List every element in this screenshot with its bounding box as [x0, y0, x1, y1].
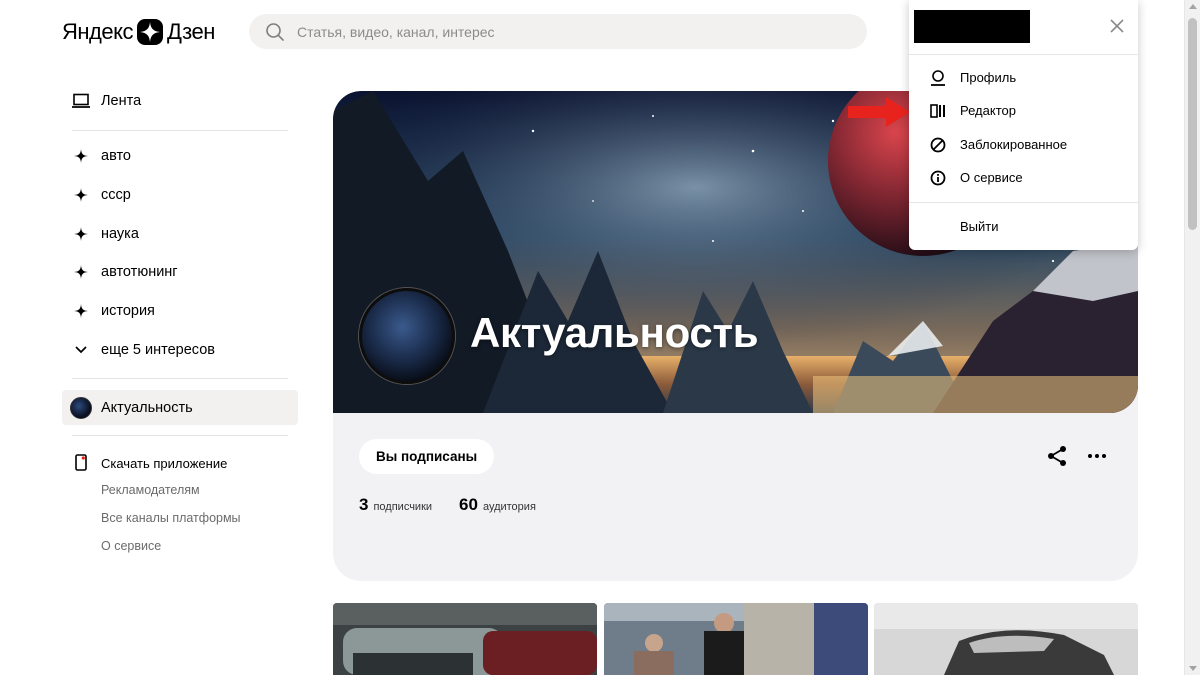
article-thumbnail[interactable]: [333, 603, 597, 675]
blocked-icon: [930, 137, 946, 153]
sidebar-item-label: авто: [101, 148, 131, 165]
zen-star-icon: [136, 19, 163, 45]
sparkle-icon: [72, 147, 90, 165]
sparkle-icon: [72, 186, 90, 204]
sidebar-item-label: Лента: [101, 93, 142, 109]
sidebar-item-feed[interactable]: Лента: [62, 82, 298, 120]
sidebar-item-label: Актуальность: [101, 399, 193, 416]
sparkle-icon: [72, 302, 90, 320]
menu-item-editor[interactable]: Редактор: [909, 94, 1138, 127]
share-icon[interactable]: [1046, 445, 1068, 467]
menu-item-profile[interactable]: Профиль: [909, 61, 1138, 94]
menu-item-blocked[interactable]: Заблокированное: [909, 128, 1138, 161]
channel-avatar-small: [70, 396, 92, 419]
sidebar-divider: [72, 435, 288, 437]
sidebar-item-label: наука: [101, 225, 139, 242]
search-bar[interactable]: [249, 14, 867, 49]
channel-avatar[interactable]: [359, 288, 455, 384]
user-dropdown-menu: Профиль Редактор Заблокированное О серви…: [909, 0, 1138, 250]
article-thumbnail[interactable]: [874, 603, 1138, 675]
sidebar-item-more-interests[interactable]: еще 5 интересов: [62, 330, 298, 369]
redacted-user-name: [914, 10, 1030, 43]
menu-item-label: Заблокированное: [960, 137, 1068, 152]
menu-item-label: Редактор: [960, 103, 1016, 118]
channel-title: Актуальность: [470, 309, 759, 356]
search-icon: [266, 22, 284, 41]
menu-item-about[interactable]: О сервисе: [909, 161, 1138, 194]
scroll-up-arrow-icon[interactable]: [1189, 4, 1197, 9]
sidebar-item-channel-active[interactable]: Актуальность: [62, 390, 298, 426]
subscribed-button[interactable]: Вы подписаны: [359, 439, 495, 474]
scroll-down-arrow-icon[interactable]: [1189, 666, 1197, 671]
yandex-zen-logo[interactable]: Яндекс Дзен: [62, 18, 215, 46]
sidebar-item-interest-tuning[interactable]: автотюнинг: [62, 253, 298, 292]
sidebar-item-interest-auto[interactable]: авто: [62, 137, 298, 176]
left-sidebar: Лента авто ссср наука автотюнинг история…: [62, 82, 298, 560]
sidebar-divider: [72, 378, 288, 380]
phone-icon: [72, 454, 90, 472]
channel-stats: 3 подписчики 60 аудитория: [359, 495, 563, 515]
advertisers-link[interactable]: Рекламодателям: [62, 476, 298, 504]
profile-icon: [930, 69, 946, 86]
sparkle-icon: [72, 263, 90, 281]
sidebar-item-interest-history[interactable]: история: [62, 292, 298, 331]
sidebar-item-label: история: [101, 303, 155, 320]
red-arrow-annotation: [848, 97, 910, 127]
editor-icon: [930, 103, 946, 119]
article-thumbnail[interactable]: [604, 603, 868, 675]
audience-count: 60: [459, 495, 478, 514]
sidebar-item-label: еще 5 интересов: [101, 341, 215, 358]
sidebar-item-label: автотюнинг: [101, 264, 178, 281]
all-channels-link[interactable]: Все каналы платформы: [62, 504, 298, 532]
about-service-link[interactable]: О сервисе: [62, 532, 298, 560]
download-app-label: Скачать приложение: [101, 455, 228, 471]
logo-text-zen: Дзен: [166, 19, 215, 44]
info-icon: [930, 170, 946, 186]
sidebar-item-label: ссср: [101, 187, 131, 204]
menu-divider: [909, 202, 1138, 203]
subscribers-label: подписчики: [373, 501, 433, 513]
more-options-icon[interactable]: [1086, 445, 1108, 467]
close-icon[interactable]: [1108, 17, 1126, 35]
menu-item-label: Профиль: [960, 70, 1017, 85]
menu-item-logout[interactable]: Выйти: [909, 210, 1138, 243]
laptop-icon: [72, 92, 90, 110]
sidebar-item-interest-science[interactable]: наука: [62, 214, 298, 253]
menu-item-label: О сервисе: [960, 170, 1023, 185]
search-input[interactable]: [297, 23, 837, 40]
subscribers-count: 3: [359, 495, 369, 514]
sidebar-item-interest-ussr[interactable]: ссср: [62, 176, 298, 215]
page-scrollbar[interactable]: [1184, 0, 1200, 675]
download-app-link[interactable]: Скачать приложение: [62, 450, 298, 476]
audience-label: аудитория: [482, 501, 536, 513]
logo-text-yandex: Яндекс: [62, 19, 133, 44]
sparkle-icon: [72, 225, 90, 243]
menu-divider: [909, 54, 1138, 55]
scrollbar-thumb[interactable]: [1188, 18, 1197, 230]
chevron-down-icon: [72, 341, 90, 359]
